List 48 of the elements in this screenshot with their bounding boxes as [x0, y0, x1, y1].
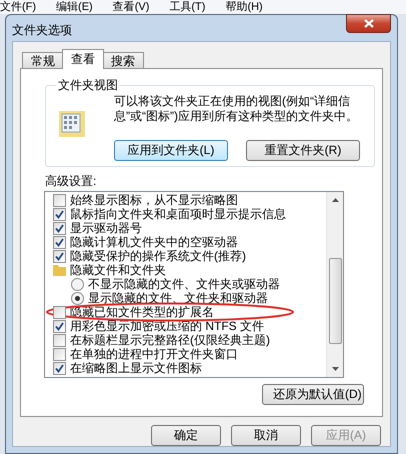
tab[interactable]: 查看 [62, 49, 104, 69]
checkbox[interactable] [53, 222, 66, 234]
folder-view-icon [58, 108, 86, 138]
dialog-button[interactable]: 确定 [151, 425, 221, 446]
folder-action-button[interactable]: 应用到文件夹(L) [114, 140, 228, 161]
setting-label: 在缩略图上显示文件图标 [70, 361, 202, 375]
setting-label: 隐藏文件和文件夹 [70, 263, 166, 277]
setting-label: 鼠标指向文件夹和桌面项时显示提示信息 [70, 207, 286, 221]
folder-icon [53, 264, 66, 276]
checkbox[interactable] [53, 362, 66, 374]
menu-item[interactable]: 查看(V) [112, 0, 150, 14]
close-button[interactable] [346, 14, 391, 33]
checkbox[interactable] [53, 348, 66, 360]
checkbox[interactable] [53, 250, 66, 262]
folder-action-button[interactable]: 重置文件夹(R) [246, 140, 360, 161]
check-icon [55, 322, 64, 330]
setting-label: 在单独的进程中打开文件夹窗口 [70, 347, 238, 361]
setting-label: 在标题栏显示完整路径(仅限经典主题) [70, 333, 270, 347]
advanced-settings-label: 高级设置: [45, 173, 98, 190]
group-title: 文件夹视图 [57, 77, 119, 94]
radio-button[interactable] [71, 278, 84, 290]
setting-label: 显示驱动器号 [70, 221, 142, 235]
menu-item[interactable]: 工具(T) [169, 0, 206, 14]
checkbox[interactable] [53, 194, 66, 206]
setting-label: 始终显示图标，从不显示缩略图 [70, 193, 238, 207]
menu-item[interactable]: 帮助(H) [225, 0, 263, 14]
checkbox[interactable] [53, 208, 66, 220]
scrollbar[interactable] [326, 192, 343, 377]
folder-views-description: 可以将该文件夹正在使用的视图(例如“详细信息”或“图标”)应用到所有这种类型的文件夹中。 [114, 94, 359, 125]
setting-label: 隐藏计算机文件夹中的空驱动器 [70, 235, 238, 249]
check-icon [55, 364, 64, 372]
radio-button[interactable] [71, 292, 84, 304]
restore-defaults-button[interactable]: 还原为默认值(D) [262, 384, 364, 405]
setting-label: 隐藏受保护的操作系统文件(推荐) [70, 249, 246, 263]
tab[interactable]: 常规 [22, 52, 64, 69]
checkbox[interactable] [53, 236, 66, 248]
checkbox[interactable] [53, 334, 66, 346]
checkbox[interactable] [53, 320, 66, 332]
close-icon [364, 19, 374, 28]
setting-label: 不显示隐藏的文件、文件夹或驱动器 [88, 277, 280, 291]
dialog-button[interactable]: 取消 [231, 425, 301, 446]
scroll-up-icon [332, 198, 338, 202]
window-title: 文件夹选项 [12, 22, 72, 39]
menu-item[interactable]: 编辑(E) [56, 0, 93, 14]
menu-item[interactable]: 文件(F) [0, 0, 36, 14]
tab[interactable]: 搜索 [102, 52, 144, 69]
scroll-down-icon [332, 367, 338, 371]
checkbox[interactable] [53, 306, 66, 318]
